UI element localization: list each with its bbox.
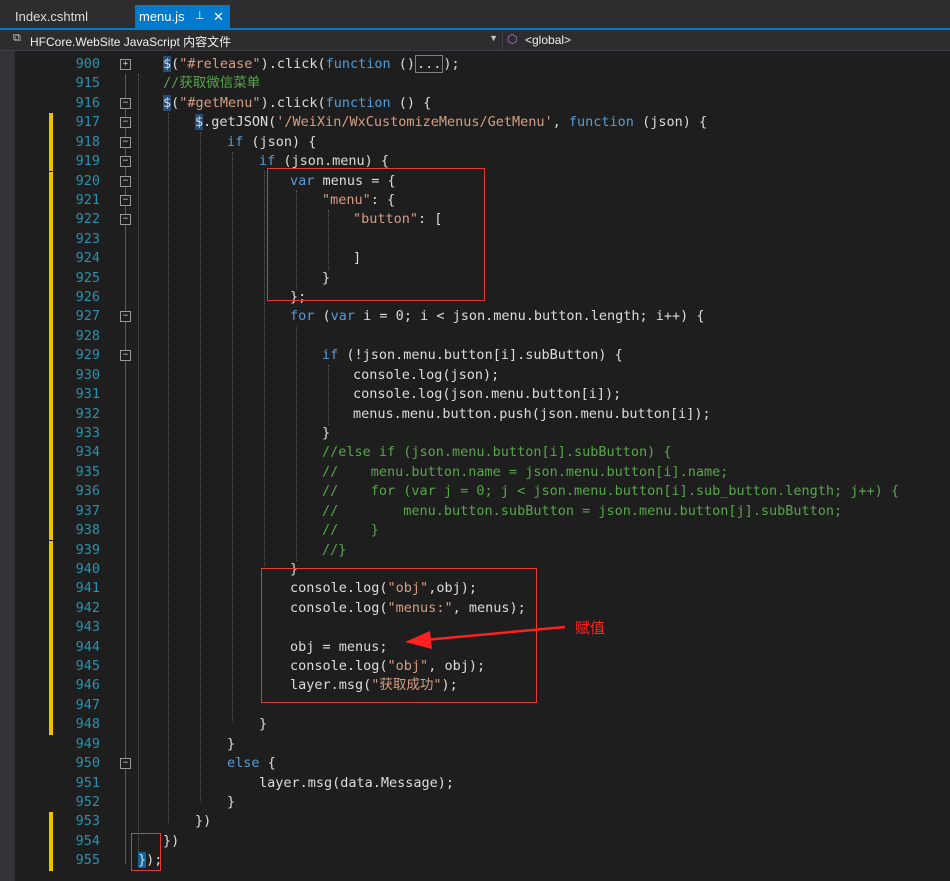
pin-icon[interactable]: ⊥ (195, 5, 205, 28)
tab-bar: Index.cshtml menu.js ⊥ ✕ (0, 0, 950, 28)
tab-menu-js[interactable]: menu.js ⊥ ✕ (135, 5, 230, 28)
cube-icon: ⬡ (507, 32, 518, 46)
scope-label: <global> (525, 33, 572, 47)
annotation-label: 赋值 (575, 619, 606, 637)
annotation-arrow (405, 625, 566, 649)
project-file-icon: ⧉ (13, 32, 21, 44)
project-label: HFCore.WebSite JavaScript 内容文件 (30, 35, 232, 49)
tab-label: Index.cshtml (15, 9, 88, 24)
tab-label: menu.js (139, 9, 185, 24)
tab-index-cshtml[interactable]: Index.cshtml (0, 5, 130, 28)
navigation-bar: ⧉ HFCore.WebSite JavaScript 内容文件 ▼ ⬡ <gl… (0, 30, 950, 51)
close-icon[interactable]: ✕ (213, 5, 224, 28)
code-editor[interactable]: 900 + $("#release").click(function ()...);… (0, 51, 950, 881)
scope-dropdown[interactable]: ⬡ <global> (505, 31, 945, 49)
project-dropdown[interactable]: ⧉ HFCore.WebSite JavaScript 内容文件 ▼ (10, 31, 503, 49)
chevron-down-icon: ▼ (489, 33, 498, 43)
